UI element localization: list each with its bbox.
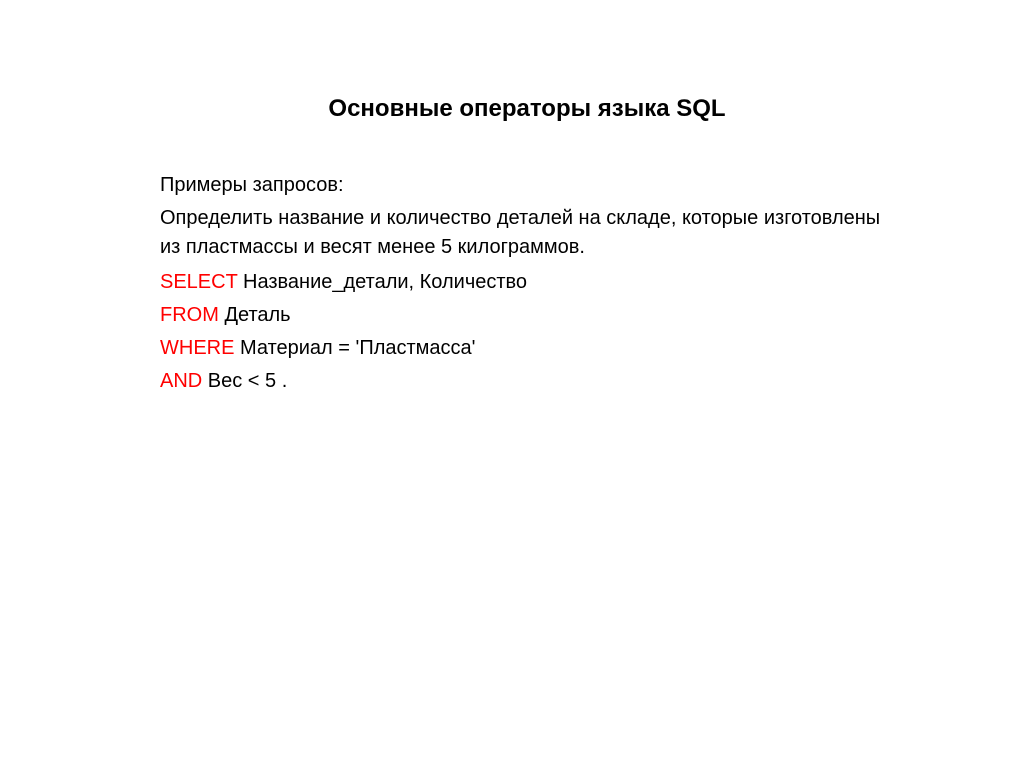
sql-keyword-from: FROM xyxy=(160,304,219,326)
sql-keyword-select: SELECT xyxy=(160,271,237,293)
slide-title: Основные операторы языка SQL xyxy=(160,95,894,123)
intro-text: Примеры запросов: xyxy=(160,171,894,200)
sql-where-line: WHERE Материал = 'Пластмасса' xyxy=(160,334,894,363)
sql-and-rest: Вес < 5 . xyxy=(202,370,287,392)
sql-select-rest: Название_детали, Количество xyxy=(237,271,527,293)
sql-where-rest: Материал = 'Пластмасса' xyxy=(234,337,475,359)
sql-from-line: FROM Деталь xyxy=(160,301,894,330)
sql-keyword-and: AND xyxy=(160,370,202,392)
sql-keyword-where: WHERE xyxy=(160,337,234,359)
sql-and-line: AND Вес < 5 . xyxy=(160,367,894,396)
sql-from-rest: Деталь xyxy=(219,304,291,326)
task-description: Определить название и количество деталей… xyxy=(160,204,894,262)
slide-content: Примеры запросов: Определить название и … xyxy=(160,171,894,396)
sql-select-line: SELECT Название_детали, Количество xyxy=(160,268,894,297)
